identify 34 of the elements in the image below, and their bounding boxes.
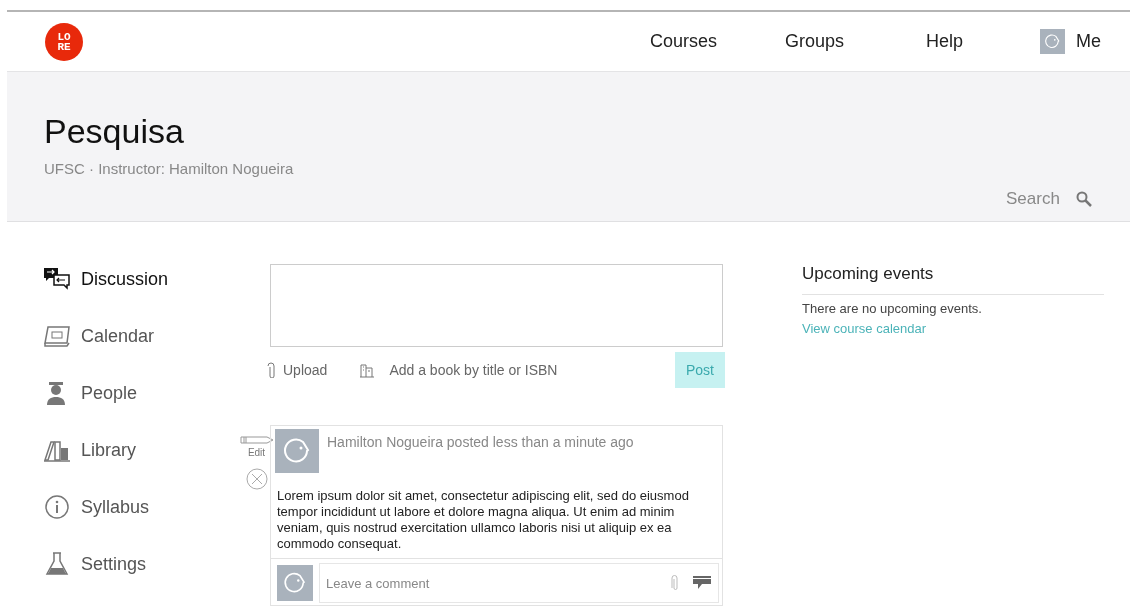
events-title: Upcoming events xyxy=(802,264,1104,295)
avatar-icon xyxy=(277,565,313,601)
paperclip-icon xyxy=(267,362,275,378)
comment-icon[interactable] xyxy=(693,576,711,590)
sidebar-item[interactable]: People xyxy=(43,378,243,408)
logo[interactable]: LO RE xyxy=(45,22,83,61)
course-subtitle: UFSC · Instructor: Hamilton Nogueira xyxy=(44,160,295,177)
profile-label[interactable]: Me xyxy=(1076,31,1101,52)
paperclip-icon[interactable] xyxy=(671,575,679,591)
sidebar-item[interactable]: Calendar xyxy=(43,321,243,351)
flask-icon xyxy=(43,550,71,578)
sidebar-item[interactable]: Discussion xyxy=(43,264,243,294)
sidebar-item[interactable]: Settings xyxy=(43,549,243,579)
events-empty-text: There are no upcoming events. xyxy=(802,301,983,316)
avatar-icon xyxy=(275,429,319,473)
post-body: Lorem ipsum dolor sit amet, consectetur adipiscing elit, sed do eiusmod tempor incididunt ut labore et dolore magna aliqua. Ut enim ad minim veniam, quis nostrud exercitation ullamco laboris nisi ut aliquip ex ea commodo consequat. xyxy=(271,476,722,559)
search-field[interactable]: Search xyxy=(1006,189,1066,209)
nav-link[interactable]: Courses xyxy=(650,31,785,52)
delete-icon[interactable] xyxy=(245,468,268,490)
profile-link[interactable]: Me xyxy=(1040,29,1130,54)
sidebar-item[interactable]: Syllabus xyxy=(43,492,243,522)
upload-link[interactable]: Upload xyxy=(267,362,328,378)
chat-bubbles-icon xyxy=(43,265,71,293)
post-composer[interactable] xyxy=(270,264,723,347)
post-header: Hamilton Nogueira posted less than a minute ago xyxy=(327,434,634,452)
nav-link[interactable]: Groups xyxy=(785,31,926,52)
pencil-icon xyxy=(239,436,274,444)
nav-link[interactable]: Help xyxy=(926,31,1040,52)
comment-field[interactable]: Leave a comment xyxy=(319,563,719,603)
course-title: Pesquisa xyxy=(44,112,185,151)
book-icon xyxy=(359,362,376,378)
avatar-icon xyxy=(1040,29,1065,54)
info-icon xyxy=(43,493,71,521)
search-icon[interactable] xyxy=(1076,191,1092,207)
